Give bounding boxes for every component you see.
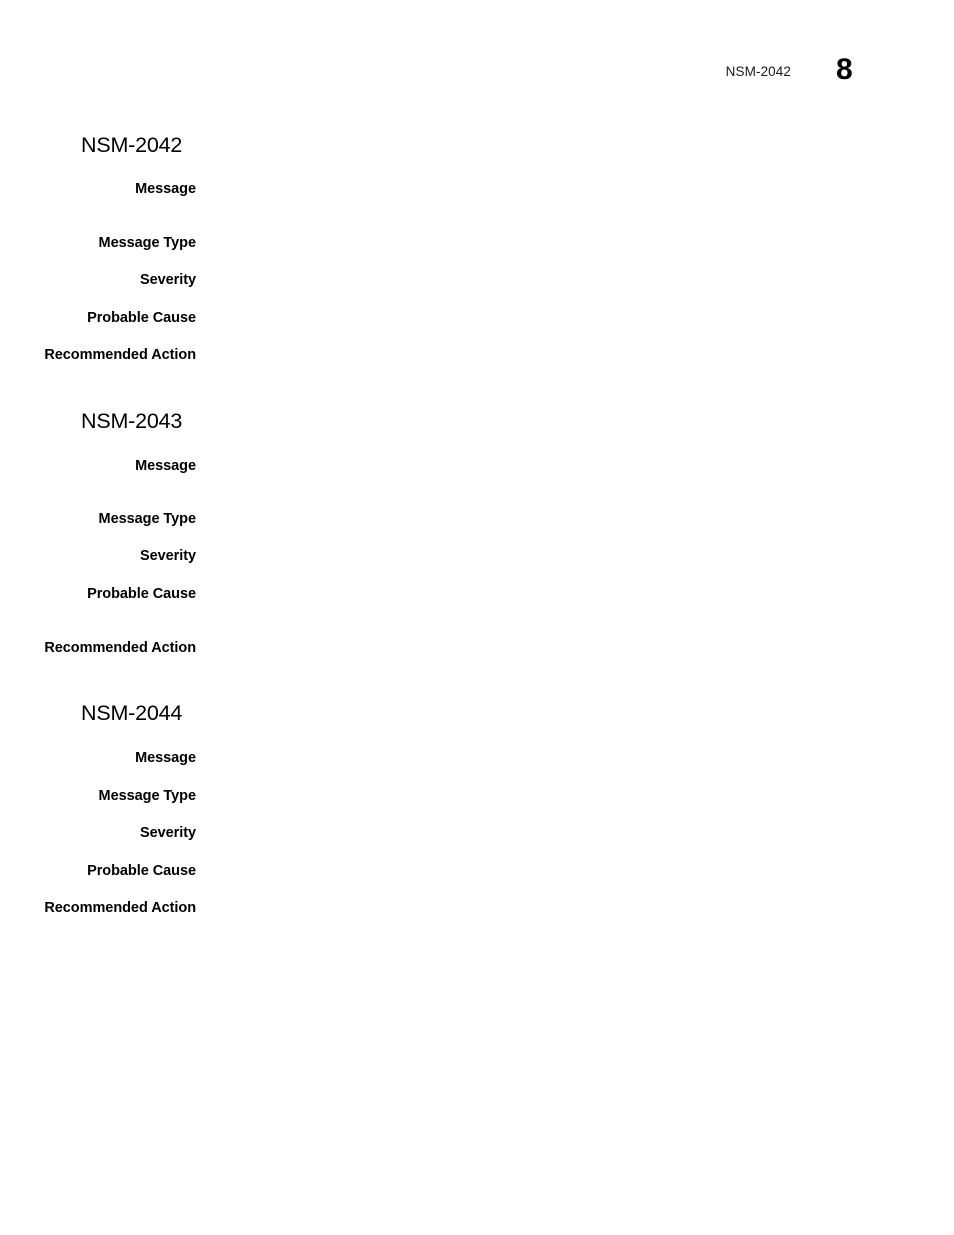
- field-label: Recommended Action: [44, 347, 196, 363]
- field-value: [212, 862, 912, 881]
- field-label: Probable Cause: [87, 586, 196, 602]
- field-value: [212, 346, 912, 365]
- field-label: Recommended Action: [44, 900, 196, 916]
- field-value: [212, 457, 912, 476]
- field-value: [212, 271, 912, 290]
- header-running-title: NSM-2042: [725, 64, 791, 79]
- field-label: Message: [135, 458, 196, 474]
- section-heading: NSM-2042: [81, 133, 183, 157]
- field-label: Recommended Action: [44, 640, 196, 656]
- section-heading: NSM-2044: [81, 701, 183, 725]
- field-value: [212, 547, 912, 566]
- field-value: [212, 510, 912, 529]
- field-label: Probable Cause: [87, 310, 196, 326]
- field-label: Severity: [139, 825, 196, 841]
- field-value: [212, 787, 912, 806]
- document-page: NSM-2042 8 NSM-2042 Message Message Type Se…: [0, 0, 954, 1235]
- field-value: [212, 824, 912, 843]
- field-label: Message: [135, 181, 196, 197]
- field-label: Message Type: [98, 235, 197, 251]
- field-value: [212, 749, 912, 768]
- field-label: Message Type: [98, 788, 197, 804]
- field-label: Severity: [139, 272, 196, 288]
- field-label: Severity: [139, 548, 196, 564]
- section-heading: NSM-2043: [81, 409, 183, 433]
- field-label: Probable Cause: [87, 863, 196, 879]
- page-number: 8: [836, 53, 853, 86]
- field-value: [212, 639, 912, 658]
- field-value: [212, 234, 912, 253]
- field-label: Message Type: [98, 511, 197, 527]
- page-header: NSM-2042 8: [0, 55, 954, 101]
- field-value: [212, 899, 912, 918]
- field-value: [212, 180, 912, 199]
- field-value: [212, 585, 912, 604]
- field-value: [212, 309, 912, 328]
- field-label: Message: [135, 750, 196, 766]
